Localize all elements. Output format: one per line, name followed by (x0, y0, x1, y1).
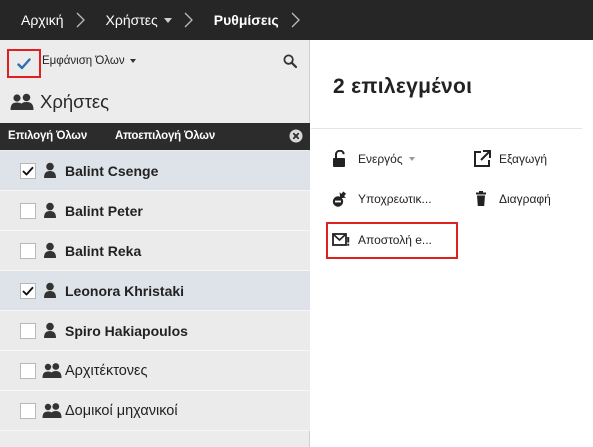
selection-bar: Επιλογή Όλων Αποεπιλογή Όλων (0, 123, 310, 150)
list-item[interactable]: Spiro Hakiapoulos (0, 311, 310, 351)
list-item[interactable]: Leonora Khristaki (0, 271, 310, 311)
user-list-panel: Εμφάνιση Όλων Χρήστες Επιλογή Όλων Αποεπ… (0, 40, 310, 447)
details-panel: 2 επιλεγμένοι Ενεργός Εξαγωγή Υποχρεωτικ… (311, 40, 593, 447)
breadcrumb: Αρχική Χρήστες Ρυθμίσεις (0, 0, 593, 40)
list-item[interactable]: Αρχιτέκτονες (0, 351, 310, 391)
close-circle-icon[interactable] (289, 129, 303, 143)
user-icon (42, 202, 58, 218)
chevron-right-icon (76, 12, 85, 28)
users-icon (10, 93, 34, 110)
breadcrumb-settings[interactable]: Ρυθμίσεις (193, 0, 279, 40)
active-status-label: Ενεργός (358, 152, 403, 166)
selection-count-title: 2 επιλεγμένοι (333, 75, 473, 98)
trash-icon (476, 191, 486, 206)
list-item-label: Leonora Khristaki (65, 283, 185, 299)
show-all-label: Εμφάνιση Όλων (42, 55, 125, 67)
users-title: Χρήστες (40, 91, 110, 112)
list-item-label: Δομικοί μηχανικοί (65, 403, 178, 419)
user-icon (42, 242, 58, 258)
send-email-label: Αποστολή e... (358, 233, 432, 247)
list-item-label: Balint Csenge (65, 163, 159, 179)
list-item-label: Spiro Hakiapoulos (65, 323, 188, 339)
row-checkbox[interactable] (20, 403, 36, 419)
deselect-all-button[interactable]: Αποεπιλογή Όλων (115, 130, 215, 142)
list-item-label: Balint Reka (65, 243, 142, 259)
users-icon (42, 402, 62, 418)
check-icon (22, 286, 34, 296)
show-all-dropdown[interactable]: Εμφάνιση Όλων (42, 55, 136, 67)
breadcrumb-users-label: Χρήστες (105, 12, 158, 28)
chevron-right-icon (184, 12, 193, 28)
mandatory-action-button[interactable]: Υποχρεωτικ... (332, 190, 432, 208)
user-icon (42, 282, 58, 298)
row-checkbox[interactable] (20, 203, 36, 219)
list-item[interactable]: Balint Csenge (0, 151, 310, 191)
row-checkbox[interactable] (20, 283, 36, 299)
caret-down-icon (408, 157, 415, 161)
users-header: Χρήστες (10, 91, 109, 113)
users-icon (42, 362, 62, 378)
row-checkbox[interactable] (20, 243, 36, 259)
mandatory-action-label: Υποχρεωτικ... (358, 192, 432, 206)
send-email-button[interactable]: Αποστολή e... (332, 231, 432, 249)
export-icon (474, 150, 491, 167)
caret-down-icon (163, 17, 172, 23)
row-checkbox[interactable] (20, 323, 36, 339)
export-label: Εξαγωγή (499, 152, 548, 166)
divider (311, 128, 582, 129)
unlock-icon (333, 150, 345, 167)
user-icon (42, 162, 58, 178)
list-item[interactable]: Balint Reka (0, 231, 310, 271)
chevron-right-icon (291, 12, 300, 28)
delete-button[interactable]: Διαγραφή (473, 190, 551, 208)
breadcrumb-users[interactable]: Χρήστες (85, 0, 172, 40)
list-item[interactable]: Δομικοί μηχανικοί (0, 391, 310, 431)
list-item-label: Αρχιτέκτονες (65, 363, 148, 379)
export-button[interactable]: Εξαγωγή (473, 150, 547, 168)
check-icon (22, 166, 34, 176)
filter-row: Εμφάνιση Όλων (0, 40, 310, 84)
show-all-toggle[interactable] (7, 49, 41, 78)
list-item-label: Balint Peter (65, 203, 143, 219)
user-list: Balint Csenge Balint Peter Balint Reka Leon… (0, 151, 310, 431)
email-alert-icon (332, 233, 350, 246)
check-icon (17, 57, 31, 69)
mandatory-icon (332, 191, 347, 207)
breadcrumb-home[interactable]: Αρχική (0, 0, 64, 40)
row-checkbox[interactable] (20, 163, 36, 179)
active-status-dropdown[interactable]: Ενεργός (332, 150, 415, 168)
search-icon[interactable] (283, 54, 297, 68)
user-icon (42, 322, 58, 338)
row-checkbox[interactable] (20, 363, 36, 379)
delete-label: Διαγραφή (499, 192, 551, 206)
select-all-button[interactable]: Επιλογή Όλων (8, 130, 87, 142)
caret-down-icon (129, 59, 136, 63)
list-item[interactable]: Balint Peter (0, 191, 310, 231)
